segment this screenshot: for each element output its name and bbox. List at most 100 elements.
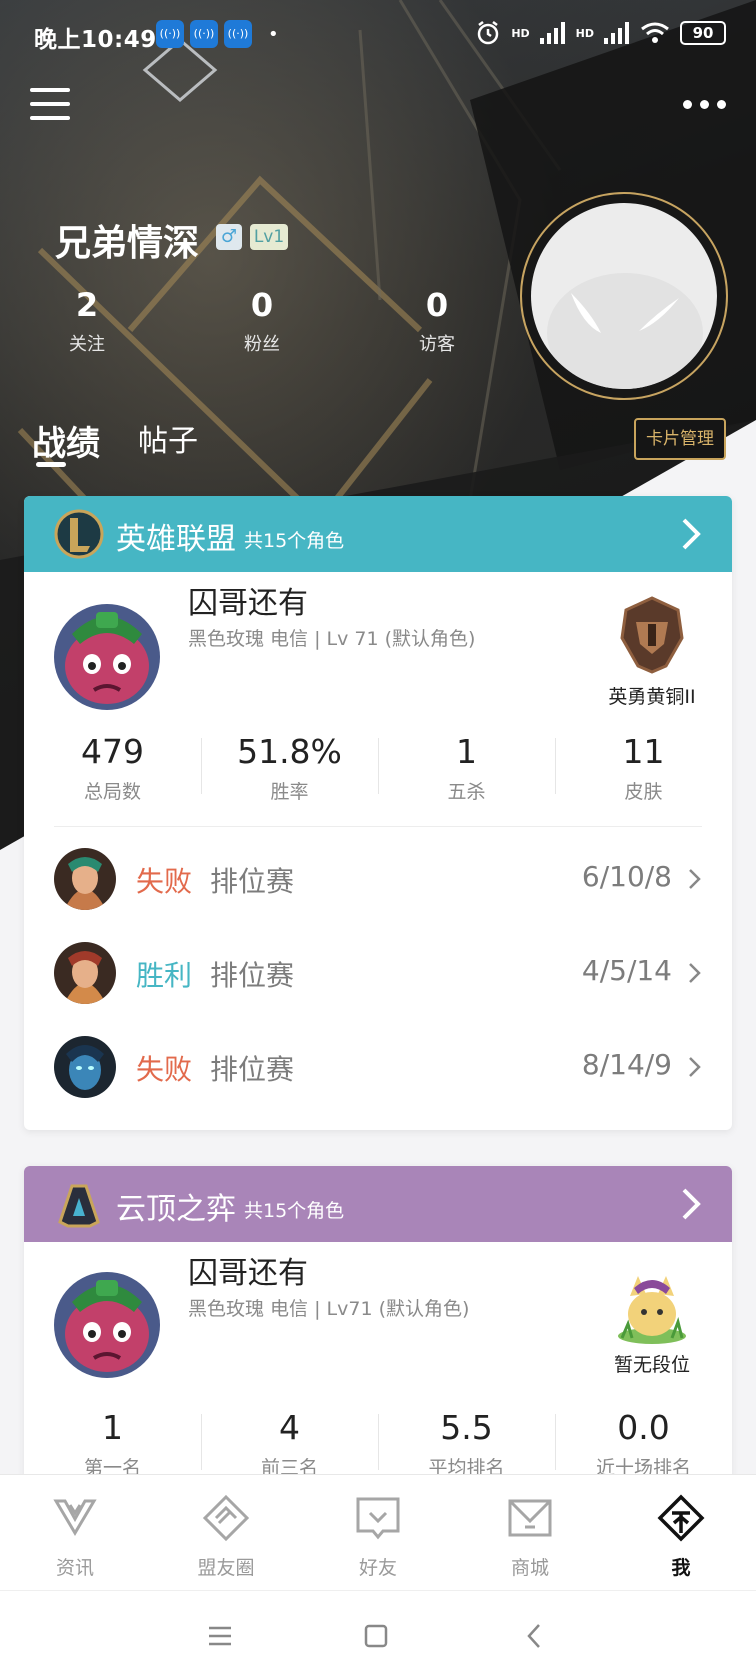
player-avatar-image [54,1272,160,1378]
stat-value: 0.0 [617,1408,670,1447]
player-avatar[interactable] [54,604,160,710]
friends-circle-icon [202,1494,250,1542]
match-kda: 4/5/14 [581,954,672,987]
friends-icon [356,1497,400,1540]
player-server-info: 黑色玫瑰 电信 | Lv 71 (默认角色) [188,628,476,650]
chevron-right-icon [682,1188,701,1220]
home-icon[interactable] [361,1621,391,1651]
default-avatar-icon [547,273,703,389]
stat-recent-rank: 0.0 近十场排名 [555,1408,732,1480]
match-kda: 8/14/9 [581,1048,672,1081]
tft-card-header[interactable]: 云顶之弈 共15个角色 [24,1166,732,1242]
chevron-right-icon [689,963,701,983]
signal-icon [539,22,565,44]
divider [54,826,702,827]
stat-average-rank: 5.5 平均排名 [378,1408,555,1480]
counter-label: 访客 [419,334,455,355]
tft-logo-icon [58,1184,100,1228]
more-icon[interactable] [683,100,726,109]
counter-fans[interactable]: 0 粉丝 [207,286,317,356]
champion-icon [54,848,116,910]
bottom-nav: 资讯 盟友圈 好友 商城 我 [0,1474,756,1590]
status-bar: 晚上10:49 ((·)) ((·)) ((·)) • HD HD 90 [0,0,756,72]
match-mode: 排位赛 [210,865,295,898]
match-row[interactable]: 失败 排位赛 8/14/9 [54,1032,702,1102]
player-avatar-image [54,604,160,710]
match-result: 失败 [136,1053,193,1086]
chevron-right-icon [689,869,701,889]
nav-news[interactable]: 资讯 [15,1493,135,1580]
counter-label: 粉丝 [244,334,280,355]
stat-value: 1 [456,732,477,771]
card-manage-button[interactable]: 卡片管理 [634,418,726,460]
match-kda: 6/10/8 [581,860,672,893]
stat-skins: 11 皮肤 [555,732,732,804]
status-time: 晚上10:49 [34,27,157,53]
stat-first-place: 1 第一名 [24,1408,201,1480]
hd-icon: ((·)) [190,20,218,48]
player-avatar[interactable] [54,1272,160,1378]
hd-icon: ((·)) [156,20,184,48]
lol-card: 英雄联盟 共15个角色 囚哥还有 黑色玫瑰 电信 | Lv 71 (默认角色) … [24,496,732,1130]
system-nav-bar [0,1590,756,1680]
nav-label: 我 [671,1557,691,1579]
match-result: 失败 [136,865,193,898]
unranked-icon [618,1276,686,1344]
wifi-icon [641,22,669,43]
counter-value: 0 [250,286,274,324]
tft-card: 云顶之弈 共15个角色 囚哥还有 黑色玫瑰 电信 | Lv71 (默认角色) 暂… [24,1166,732,1526]
news-icon [53,1499,97,1536]
rank-name: 英勇黄铜II [608,686,696,708]
tab-active-indicator [36,462,66,467]
nickname: 兄弟情深 [55,223,200,264]
stat-top-three: 4 前三名 [201,1408,378,1480]
player-server-info: 黑色玫瑰 电信 | Lv71 (默认角色) [188,1298,470,1320]
battery-icon: 90 [680,21,726,45]
stat-pentakills: 1 五杀 [378,732,555,804]
status-dot: • [268,24,279,45]
nav-label: 好友 [358,1557,397,1579]
stat-value: 479 [81,732,144,771]
player-name: 囚哥还有 [188,586,308,621]
lol-card-header[interactable]: 英雄联盟 共15个角色 [24,496,732,572]
hd-label-2: HD [575,26,594,40]
rank-name: 暂无段位 [613,1354,690,1376]
counter-visitors[interactable]: 0 访客 [382,286,492,356]
counter-label: 关注 [69,334,105,355]
nav-label: 盟友圈 [197,1557,255,1579]
stat-win-rate: 51.8% 胜率 [201,732,378,804]
stat-label: 皮肤 [624,781,663,803]
hd-icon: ((·)) [224,20,252,48]
tab-battle-record[interactable]: 战绩 [32,416,100,465]
chevron-right-icon [689,1057,701,1077]
bronze-rank-icon [620,596,684,674]
stat-value: 51.8% [237,732,342,771]
nav-friends-circle[interactable]: 盟友圈 [166,1493,286,1580]
nav-me[interactable]: 我 [621,1493,741,1580]
back-icon[interactable] [520,1621,550,1651]
match-mode: 排位赛 [210,1053,295,1086]
match-row[interactable]: 胜利 排位赛 4/5/14 [54,938,702,1008]
stat-value: 1 [102,1408,123,1447]
avatar[interactable] [520,192,728,400]
gender-icon: ♂ [216,224,242,250]
me-icon [657,1494,705,1542]
match-result: 胜利 [136,959,193,992]
recent-apps-icon[interactable] [205,1621,235,1651]
signal-icon [604,22,629,44]
store-icon [508,1499,552,1537]
nav-label: 商城 [510,1557,549,1579]
role-count: 共15个角色 [244,530,345,552]
lol-logo-icon [54,509,104,559]
stat-value: 11 [622,732,665,771]
game-name: 云顶之弈 [116,1192,236,1227]
player-name: 囚哥还有 [188,1256,308,1291]
match-row[interactable]: 失败 排位赛 6/10/8 [54,844,702,914]
counter-following[interactable]: 2 关注 [32,286,142,356]
menu-icon[interactable] [30,88,70,122]
tab-posts[interactable]: 帖子 [138,416,198,460]
counter-value: 0 [425,286,449,324]
match-mode: 排位赛 [210,959,295,992]
nav-store[interactable]: 商城 [470,1493,590,1580]
nav-friends[interactable]: 好友 [318,1493,438,1580]
